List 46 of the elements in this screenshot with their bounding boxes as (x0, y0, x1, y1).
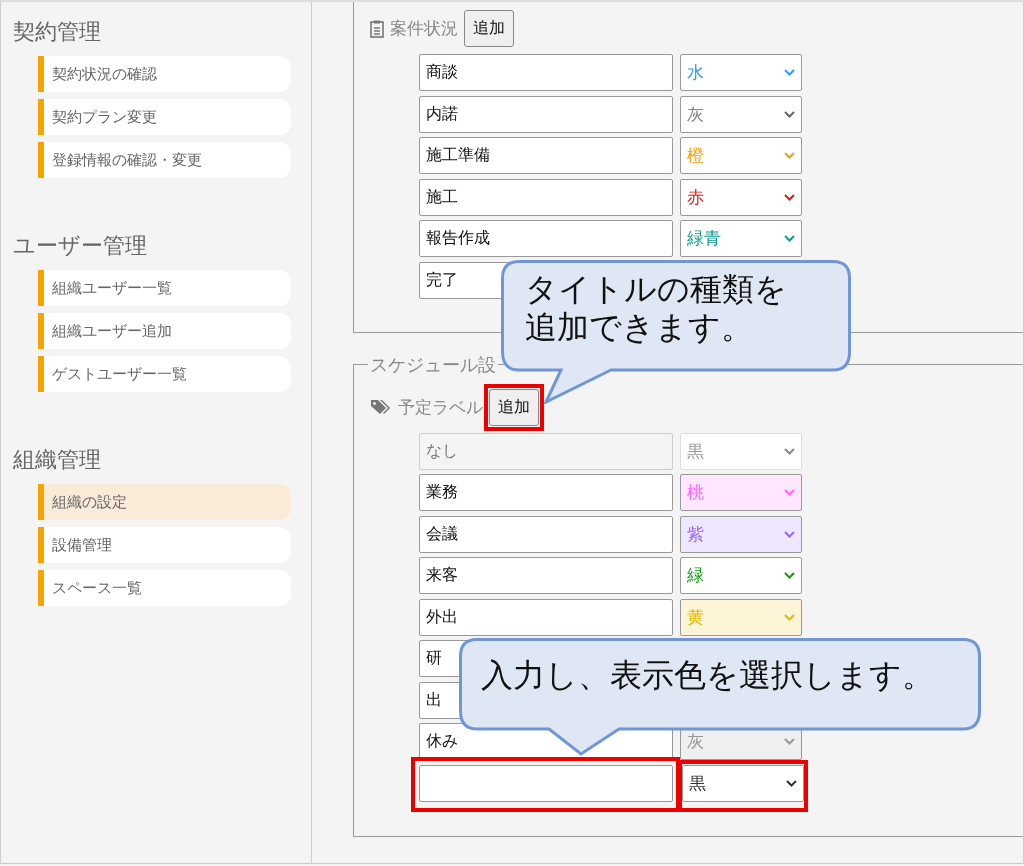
label-field[interactable]: 施工 (419, 178, 673, 216)
section-legend: スケジュール設 (368, 352, 498, 377)
chevron-down-icon (784, 193, 795, 201)
color-select[interactable]: 紫 (680, 515, 802, 553)
color-select[interactable]: 赤 (680, 178, 802, 216)
add-button[interactable]: 追加 (464, 10, 514, 47)
sidebar-item[interactable]: 契約プラン変更 (38, 99, 291, 135)
sidebar-item[interactable]: 登録情報の確認・変更 (38, 142, 291, 178)
color-select[interactable]: 灰 (680, 95, 802, 133)
chevron-down-icon (784, 69, 795, 76)
sidebar-item[interactable]: 設備管理 (38, 527, 291, 563)
label-field[interactable]: 内諾 (419, 95, 673, 133)
label-field[interactable]: 施工準備 (419, 137, 673, 174)
chevron-down-icon (784, 572, 795, 579)
chevron-down-icon (784, 489, 795, 496)
group-title: 契約管理 (13, 18, 101, 46)
sidebar-item[interactable]: 契約状況の確認 (38, 56, 291, 92)
sidebar-item[interactable]: ゲストユーザー一覧 (38, 356, 291, 392)
group-title: ユーザー管理 (13, 232, 147, 260)
chevron-down-icon (786, 779, 797, 787)
color-select[interactable]: 黒 (682, 764, 804, 802)
label-field[interactable]: 来客 (419, 557, 673, 594)
tags-icon (370, 399, 392, 415)
label-field[interactable]: 会議 (419, 515, 673, 553)
label-field[interactable] (419, 764, 673, 802)
label-field[interactable]: 報告作成 (419, 220, 673, 257)
label-field[interactable]: 商談 (419, 54, 673, 91)
chevron-down-icon (784, 530, 795, 538)
chevron-down-icon (784, 152, 795, 159)
color-select[interactable]: 緑青 (680, 220, 802, 257)
sidebar-item[interactable]: スペース一覧 (38, 570, 291, 606)
sidebar-item[interactable]: 組織ユーザー一覧 (38, 270, 291, 306)
chevron-down-icon (784, 738, 795, 745)
label-field[interactable]: 業務 (419, 474, 673, 511)
sidebar-item[interactable]: 組織の設定 (38, 484, 291, 520)
chevron-down-icon (784, 447, 795, 455)
section-heading: 案件状況 (390, 17, 458, 40)
section-heading: 予定ラベル (398, 395, 483, 419)
chevron-down-icon (784, 235, 795, 242)
group-title: 組織管理 (13, 446, 101, 474)
chevron-down-icon (784, 110, 795, 118)
color-select[interactable]: 緑 (680, 557, 802, 594)
sidebar-item[interactable]: 組織ユーザー追加 (38, 313, 291, 349)
chevron-down-icon (784, 613, 795, 621)
label-field[interactable]: 外出 (419, 598, 673, 636)
clipboard-icon (370, 19, 384, 38)
